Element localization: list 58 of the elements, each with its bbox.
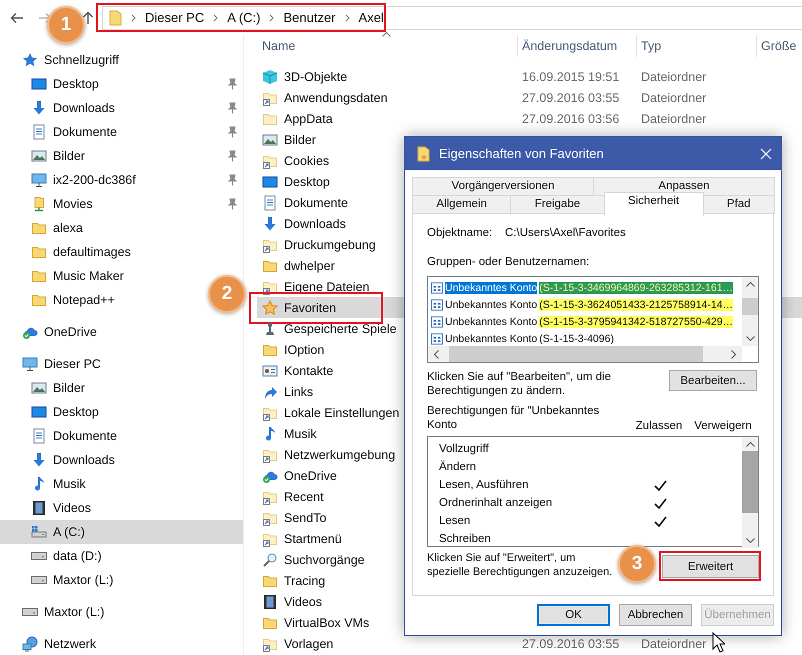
file-name: dwhelper	[284, 258, 335, 272]
file-name: SendTo	[284, 510, 326, 524]
field-label: Objektname:	[427, 227, 494, 239]
column-header: Zulassen	[634, 420, 684, 432]
hint-text: Klicken Sie auf "Bearbeiten", um die Berechtigungen zu ändern.	[427, 370, 612, 398]
permission-name: Lesen	[438, 515, 472, 527]
object-path: C:\Users\Axel\Favorites	[505, 227, 626, 239]
type-cell: Dateiordner	[641, 636, 706, 650]
step-number-badge: 1	[47, 6, 85, 44]
file-name: Anwendungsdaten	[284, 90, 388, 104]
file-name: Eigene Dateien	[284, 280, 370, 294]
file-name: Dokumente	[284, 196, 348, 210]
file-name: Downloads	[284, 216, 346, 230]
file-name: Favoriten	[284, 300, 336, 314]
file-name: Musik	[284, 426, 317, 440]
type-cell: Dateiordner	[641, 112, 706, 126]
account-sid: (S-1-15-3-4096)	[539, 332, 614, 344]
step-number-badge: 3	[618, 545, 656, 583]
file-name: Lokale Einstellungen	[284, 406, 400, 420]
file-name: Cookies	[284, 154, 330, 168]
account-sid: (S-1-15-3-3624051433-2125758914-14…	[539, 298, 734, 310]
permission-name: Ändern	[438, 461, 478, 473]
permission-name: Ordnerinhalt anzeigen	[438, 497, 554, 509]
file-name: Desktop	[284, 174, 330, 188]
column-header: Verweigern	[693, 420, 753, 432]
file-name: Suchvorgänge	[284, 552, 365, 566]
permissions-label: Berechtigungen für "Unbekanntes Konto	[427, 404, 600, 432]
file-name: Gespeicherte Spiele	[284, 322, 397, 336]
permission-name: Lesen, Ausführen	[438, 479, 530, 491]
file-name: Startmenü	[284, 532, 342, 546]
file-name: Bilder	[284, 132, 316, 146]
type-cell: Dateiordner	[641, 70, 706, 84]
step-number-badge: 2	[208, 274, 246, 312]
file-name: 3D-Objekte	[284, 70, 348, 84]
date-cell: 27.09.2016 03:55	[522, 636, 620, 650]
file-name: Druckumgebung	[284, 238, 376, 252]
file-name: VirtualBox VMs	[284, 616, 370, 630]
file-name: Links	[284, 384, 314, 398]
date-cell: 27.09.2016 03:56	[522, 112, 620, 126]
file-name: OneDrive	[284, 468, 337, 482]
file-name: Kontakte	[284, 364, 334, 378]
date-cell: 27.09.2016 03:55	[522, 90, 620, 104]
account-sid: (S-1-15-3-3795941342-518727550-429…	[539, 316, 734, 328]
window-title: Eigenschaften von Favoriten	[439, 146, 605, 161]
file-name: Videos	[284, 594, 322, 608]
file-name: Netzwerkumgebung	[284, 448, 396, 462]
hint-text: Klicken Sie auf "Erweitert", um spezielle Berechtigungen anzuzeigen.	[427, 551, 614, 579]
file-name: IOption	[284, 342, 324, 356]
permission-name: Vollzugriff	[438, 443, 490, 455]
file-name: AppData	[284, 112, 333, 126]
permission-name: Schreiben	[438, 533, 492, 545]
file-name: Vorlagen	[284, 636, 334, 650]
file-name: Recent	[284, 490, 324, 504]
field-label: Gruppen- oder Benutzernamen:	[427, 256, 590, 268]
date-cell: 16.09.2015 19:51	[522, 70, 620, 84]
type-cell: Dateiordner	[641, 90, 706, 104]
file-name: Tracing	[284, 574, 326, 588]
account-sid: (S-1-15-3-3469964869-263285312-161…	[539, 282, 734, 294]
